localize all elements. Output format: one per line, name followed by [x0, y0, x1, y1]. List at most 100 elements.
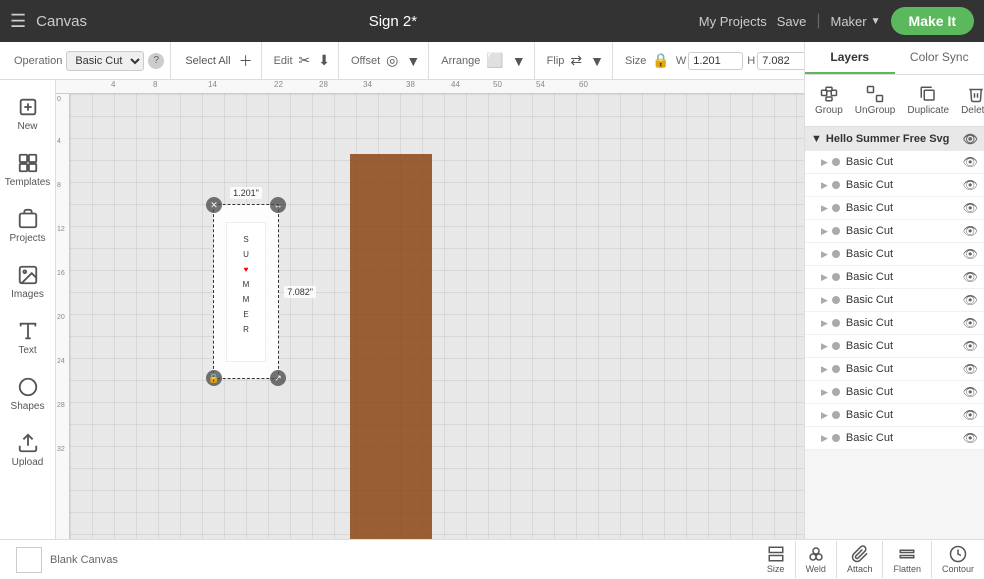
attach-icon — [851, 545, 869, 563]
new-icon — [17, 96, 39, 118]
sidebar-item-projects-label: Projects — [9, 233, 45, 244]
dimension-height-label: 7.082" — [284, 286, 316, 298]
layer-eye-icon[interactable]: 👁 — [963, 155, 978, 169]
layer-dot — [832, 319, 840, 327]
offset-arrow-icon[interactable]: ▼ — [404, 51, 422, 71]
maker-chevron-icon: ▼ — [871, 16, 881, 27]
handle-bottom-left[interactable]: 🔒 — [206, 370, 222, 386]
attach-button[interactable]: Attach — [837, 541, 884, 578]
topbar-divider: | — [816, 12, 820, 30]
width-group: W — [676, 52, 743, 70]
tab-layers[interactable]: Layers — [805, 42, 895, 74]
size-button[interactable]: Size — [757, 541, 796, 578]
layer-item[interactable]: ▶ Basic Cut 👁 — [805, 174, 984, 197]
svg-text:R: R — [243, 325, 249, 334]
toolbar-operation: Operation Basic Cut ? — [8, 42, 171, 79]
layer-eye-icon[interactable]: 👁 — [963, 316, 978, 330]
layer-eye-icon[interactable]: 👁 — [963, 270, 978, 284]
layer-item[interactable]: ▶ Basic Cut 👁 — [805, 335, 984, 358]
layer-eye-icon[interactable]: 👁 — [963, 201, 978, 215]
layer-eye-icon[interactable]: 👁 — [963, 178, 978, 192]
sidebar-item-templates-label: Templates — [5, 177, 51, 188]
layer-eye-icon[interactable]: 👁 — [963, 362, 978, 376]
menu-icon[interactable]: ☰ — [10, 11, 26, 32]
toolbar-arrange: Arrange ⬜ ▼ — [435, 42, 534, 79]
group-eye-icon[interactable]: 👁 — [963, 132, 978, 146]
layer-dot — [832, 227, 840, 235]
flip-icon[interactable]: ⇄ — [568, 50, 584, 71]
contour-button[interactable]: Contour — [932, 541, 984, 578]
panel-toolbar: Group UnGroup Duplicate Delete — [805, 75, 984, 127]
weld-button[interactable]: Weld — [796, 541, 837, 578]
canvas-area[interactable]: ✕ ↔ 🔒 ↗ 1.201" 7.082" S U ♥ M M E R — [70, 94, 804, 539]
sidebar-item-new[interactable]: New — [0, 88, 55, 140]
layer-item[interactable]: ▶ Basic Cut 👁 — [805, 358, 984, 381]
layer-eye-icon[interactable]: 👁 — [963, 431, 978, 445]
group-button[interactable]: Group — [809, 81, 849, 120]
layer-arrow-icon: ▶ — [821, 272, 828, 283]
layer-item[interactable]: ▶ Basic Cut 👁 — [805, 381, 984, 404]
layer-eye-icon[interactable]: 👁 — [963, 385, 978, 399]
flatten-button[interactable]: Flatten — [883, 541, 932, 578]
duplicate-button[interactable]: Duplicate — [901, 81, 955, 120]
sidebar-item-upload[interactable]: Upload — [0, 424, 55, 476]
dimension-width-label: 1.201" — [230, 187, 262, 199]
layer-item[interactable]: ▶ Basic Cut 👁 — [805, 404, 984, 427]
layer-item[interactable]: ▶ Basic Cut 👁 — [805, 289, 984, 312]
right-panel: Layers Color Sync Group UnGroup Duplicat… — [804, 42, 984, 539]
edit-arrow-icon[interactable]: ⬇ — [316, 50, 332, 71]
offset-icon[interactable]: ◎ — [384, 50, 400, 71]
add-icon[interactable]: ＋ — [237, 49, 255, 73]
layer-item[interactable]: ▶ Basic Cut 👁 — [805, 312, 984, 335]
sidebar-item-text[interactable]: Text — [0, 312, 55, 364]
arrange-arrow-icon[interactable]: ▼ — [510, 51, 528, 71]
make-it-button[interactable]: Make It — [891, 7, 974, 35]
layer-item[interactable]: ▶ Basic Cut 👁 — [805, 266, 984, 289]
duplicate-icon — [919, 85, 937, 103]
handle-top-right[interactable]: ↔ — [270, 197, 286, 213]
layer-dot — [832, 204, 840, 212]
edit-icon[interactable]: ✂ — [297, 50, 313, 71]
sidebar-item-projects[interactable]: Projects — [0, 200, 55, 252]
layer-item[interactable]: ▶ Basic Cut 👁 — [805, 197, 984, 220]
layer-eye-icon[interactable]: 👁 — [963, 247, 978, 261]
sidebar-item-templates[interactable]: Templates — [0, 144, 55, 196]
lock-icon[interactable]: 🔒 — [650, 50, 671, 71]
flatten-icon — [898, 545, 916, 563]
tab-color-sync[interactable]: Color Sync — [895, 42, 984, 74]
flip-arrow-icon[interactable]: ▼ — [588, 51, 606, 71]
layer-eye-icon[interactable]: 👁 — [963, 408, 978, 422]
duplicate-label: Duplicate — [907, 105, 949, 116]
width-input[interactable] — [688, 52, 743, 70]
ungroup-button[interactable]: UnGroup — [849, 81, 902, 120]
operation-select[interactable]: Basic Cut — [66, 51, 144, 71]
layer-eye-icon[interactable]: 👁 — [963, 293, 978, 307]
sidebar-item-images[interactable]: Images — [0, 256, 55, 308]
group-label: Group — [815, 105, 843, 116]
toolbar-select-all: Select All ＋ — [177, 42, 261, 79]
selected-object[interactable]: ✕ ↔ 🔒 ↗ 1.201" 7.082" S U ♥ M M E R — [213, 204, 279, 379]
delete-label: Delete — [961, 105, 984, 116]
layer-dot — [832, 158, 840, 166]
handle-top-left[interactable]: ✕ — [206, 197, 222, 213]
svg-text:♥: ♥ — [244, 265, 249, 274]
operation-help-icon[interactable]: ? — [148, 53, 164, 69]
width-label: W — [676, 55, 686, 67]
maker-dropdown[interactable]: Maker ▼ — [831, 14, 881, 29]
layer-eye-icon[interactable]: 👁 — [963, 224, 978, 238]
arrange-icon[interactable]: ⬜ — [484, 50, 505, 71]
handle-bottom-right[interactable]: ↗ — [270, 370, 286, 386]
sidebar-item-shapes[interactable]: Shapes — [0, 368, 55, 420]
layer-item[interactable]: ▶ Basic Cut 👁 — [805, 151, 984, 174]
layer-group-header[interactable]: ▼ Hello Summer Free Svg 👁 — [805, 127, 984, 151]
layer-item[interactable]: ▶ Basic Cut 👁 — [805, 243, 984, 266]
layer-item[interactable]: ▶ Basic Cut 👁 — [805, 427, 984, 450]
select-all-button[interactable]: Select All — [183, 53, 232, 69]
panel-tabs: Layers Color Sync — [805, 42, 984, 75]
save-button[interactable]: Save — [777, 14, 807, 29]
my-projects-button[interactable]: My Projects — [699, 14, 767, 29]
layer-item[interactable]: ▶ Basic Cut 👁 — [805, 220, 984, 243]
group-name: Hello Summer Free Svg — [826, 133, 950, 145]
layer-eye-icon[interactable]: 👁 — [963, 339, 978, 353]
delete-button[interactable]: Delete — [955, 81, 984, 120]
